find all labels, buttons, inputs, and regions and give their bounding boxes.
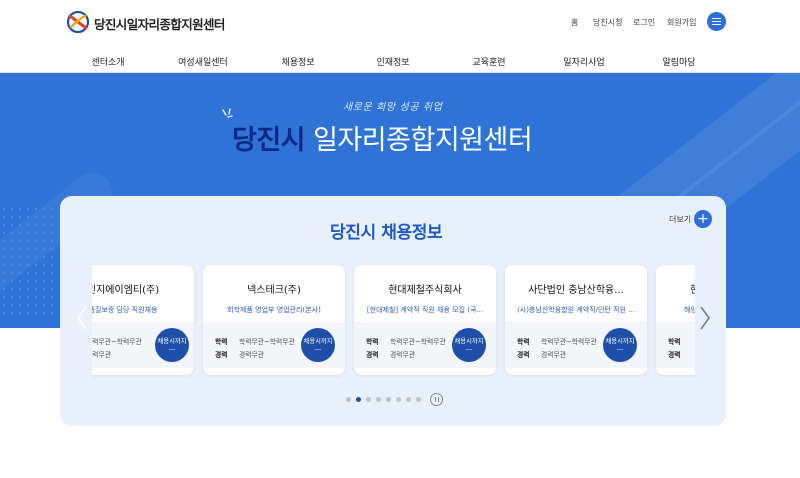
exp-value: 경력무관 [390, 351, 416, 359]
gnb-women-center[interactable]: 여성새일센터 [178, 55, 228, 68]
exp-label: 경력 [517, 351, 530, 359]
deadline-badge: 채용시까지 --- [301, 328, 335, 362]
edu-value: 학력무관~학력무관 [390, 338, 446, 346]
company-name: 현대제철주식회사 [388, 285, 462, 296]
job-title: 품질보증 담당 직원채용 [92, 306, 158, 314]
util-signup-link[interactable]: 회원가입 [667, 17, 696, 28]
exp-label: 경력 [668, 351, 681, 359]
pager-dot[interactable] [386, 397, 391, 402]
gnb-center-intro[interactable]: 센터소개 [91, 55, 124, 68]
gnb-training[interactable]: 교육훈련 [472, 55, 505, 68]
edu-label: 학력 [517, 338, 530, 346]
hamburger-icon[interactable] [707, 12, 726, 31]
exp-value: 경력무관 [541, 351, 567, 359]
pager-dot[interactable] [416, 397, 421, 402]
dot-pattern-decoration [0, 205, 55, 315]
exp-label: 경력 [215, 351, 228, 359]
job-title: 회학제품 영업부 영업관리(본사) [227, 306, 321, 314]
job-title: (사)충남산학융합원 계약직/인턴 직원 ... [517, 306, 635, 314]
gnb-notice[interactable]: 알림마당 [662, 55, 695, 68]
carousel-next-icon[interactable] [698, 305, 712, 331]
gnb-job-info[interactable]: 채용정보 [281, 55, 314, 68]
carousel-prev-icon[interactable] [75, 305, 89, 331]
job-card[interactable]: 인지에이엠티(주) 품질보증 담당 직원채용 학력 학력무관~학력무관 경력 경… [92, 265, 194, 375]
job-card[interactable]: 사단법인 충남산학융... (사)충남산학융합원 계약직/인턴 직원 ... 학… [505, 265, 647, 375]
util-cityhall-link[interactable]: 당진시청 [593, 17, 622, 28]
pager-dot[interactable] [406, 397, 411, 402]
gnb-job-projects[interactable]: 일자리사업 [563, 55, 604, 68]
company-name: 인지에이엠티(주) [92, 285, 160, 296]
logo-icon[interactable] [66, 10, 90, 34]
more-link[interactable]: 더보기 [669, 214, 691, 225]
exp-value: 경력무관 [92, 351, 112, 359]
site-name[interactable]: 당진시일자리종합지원센터 [94, 14, 225, 33]
job-title: 해양 [684, 306, 695, 314]
deadline-badge: 채용시까지 --- [155, 328, 189, 362]
site-header: 당진시일자리종합지원센터 홈 당진시청 로그인 회원가입 센터소개 여성새일센터… [0, 0, 800, 73]
deadline-badge: 채용시까지 --- [452, 328, 486, 362]
pause-icon[interactable] [430, 393, 443, 406]
edu-value: 학력무관~학력무관 [239, 338, 295, 346]
edu-label: 학력 [366, 338, 379, 346]
job-card[interactable]: 현대제철주식회사 [현대제철] 계약직 직원 채용 모집 (국... 학력 학력… [354, 265, 496, 375]
gnb-talent-info[interactable]: 인재정보 [376, 55, 409, 68]
plus-icon[interactable]: + [694, 210, 712, 228]
edu-value: 학력무관~학력무관 [92, 338, 142, 346]
deadline-badge: 채용시까지 --- [603, 328, 637, 362]
pager-dot[interactable] [396, 397, 401, 402]
job-title: [현대제철] 계약직 직원 채용 모집 (국... [366, 306, 484, 314]
hero-title-rest: 일자리종합지원센터 [305, 125, 533, 156]
company-name: 사단법인 충남산학융... [528, 285, 624, 296]
pager-dot[interactable] [346, 397, 351, 402]
edu-label: 학력 [668, 338, 681, 346]
util-login-link[interactable]: 로그인 [633, 17, 655, 28]
hero-slogan: 새로운 희망 성공 취업 [343, 102, 443, 113]
edu-value: 학력무관~학력무관 [541, 338, 597, 346]
pager-dot[interactable] [356, 397, 361, 402]
company-name: 현 [690, 285, 695, 296]
pager-dot[interactable] [376, 397, 381, 402]
job-carousel: 인지에이엠티(주) 품질보증 담당 직원채용 학력 학력무관~학력무관 경력 경… [92, 263, 695, 378]
company-name: 넥스테크(주) [247, 285, 301, 296]
job-card[interactable]: 넥스테크(주) 회학제품 영업부 영업관리(본사) 학력 학력무관~학력무관 경… [203, 265, 345, 375]
job-card[interactable]: 현 해양 학력 경력 [656, 265, 695, 375]
exp-label: 경력 [366, 351, 379, 359]
pager-dot[interactable] [366, 397, 371, 402]
hero-title-strong: 당진시 [232, 125, 306, 156]
util-home-link[interactable]: 홈 [571, 17, 578, 28]
hero-title: 당진시 일자리종합지원센터 [232, 118, 533, 157]
exp-value: 경력무관 [239, 351, 265, 359]
edu-label: 학력 [215, 338, 228, 346]
job-info-title: 당진시 채용정보 [330, 223, 443, 243]
